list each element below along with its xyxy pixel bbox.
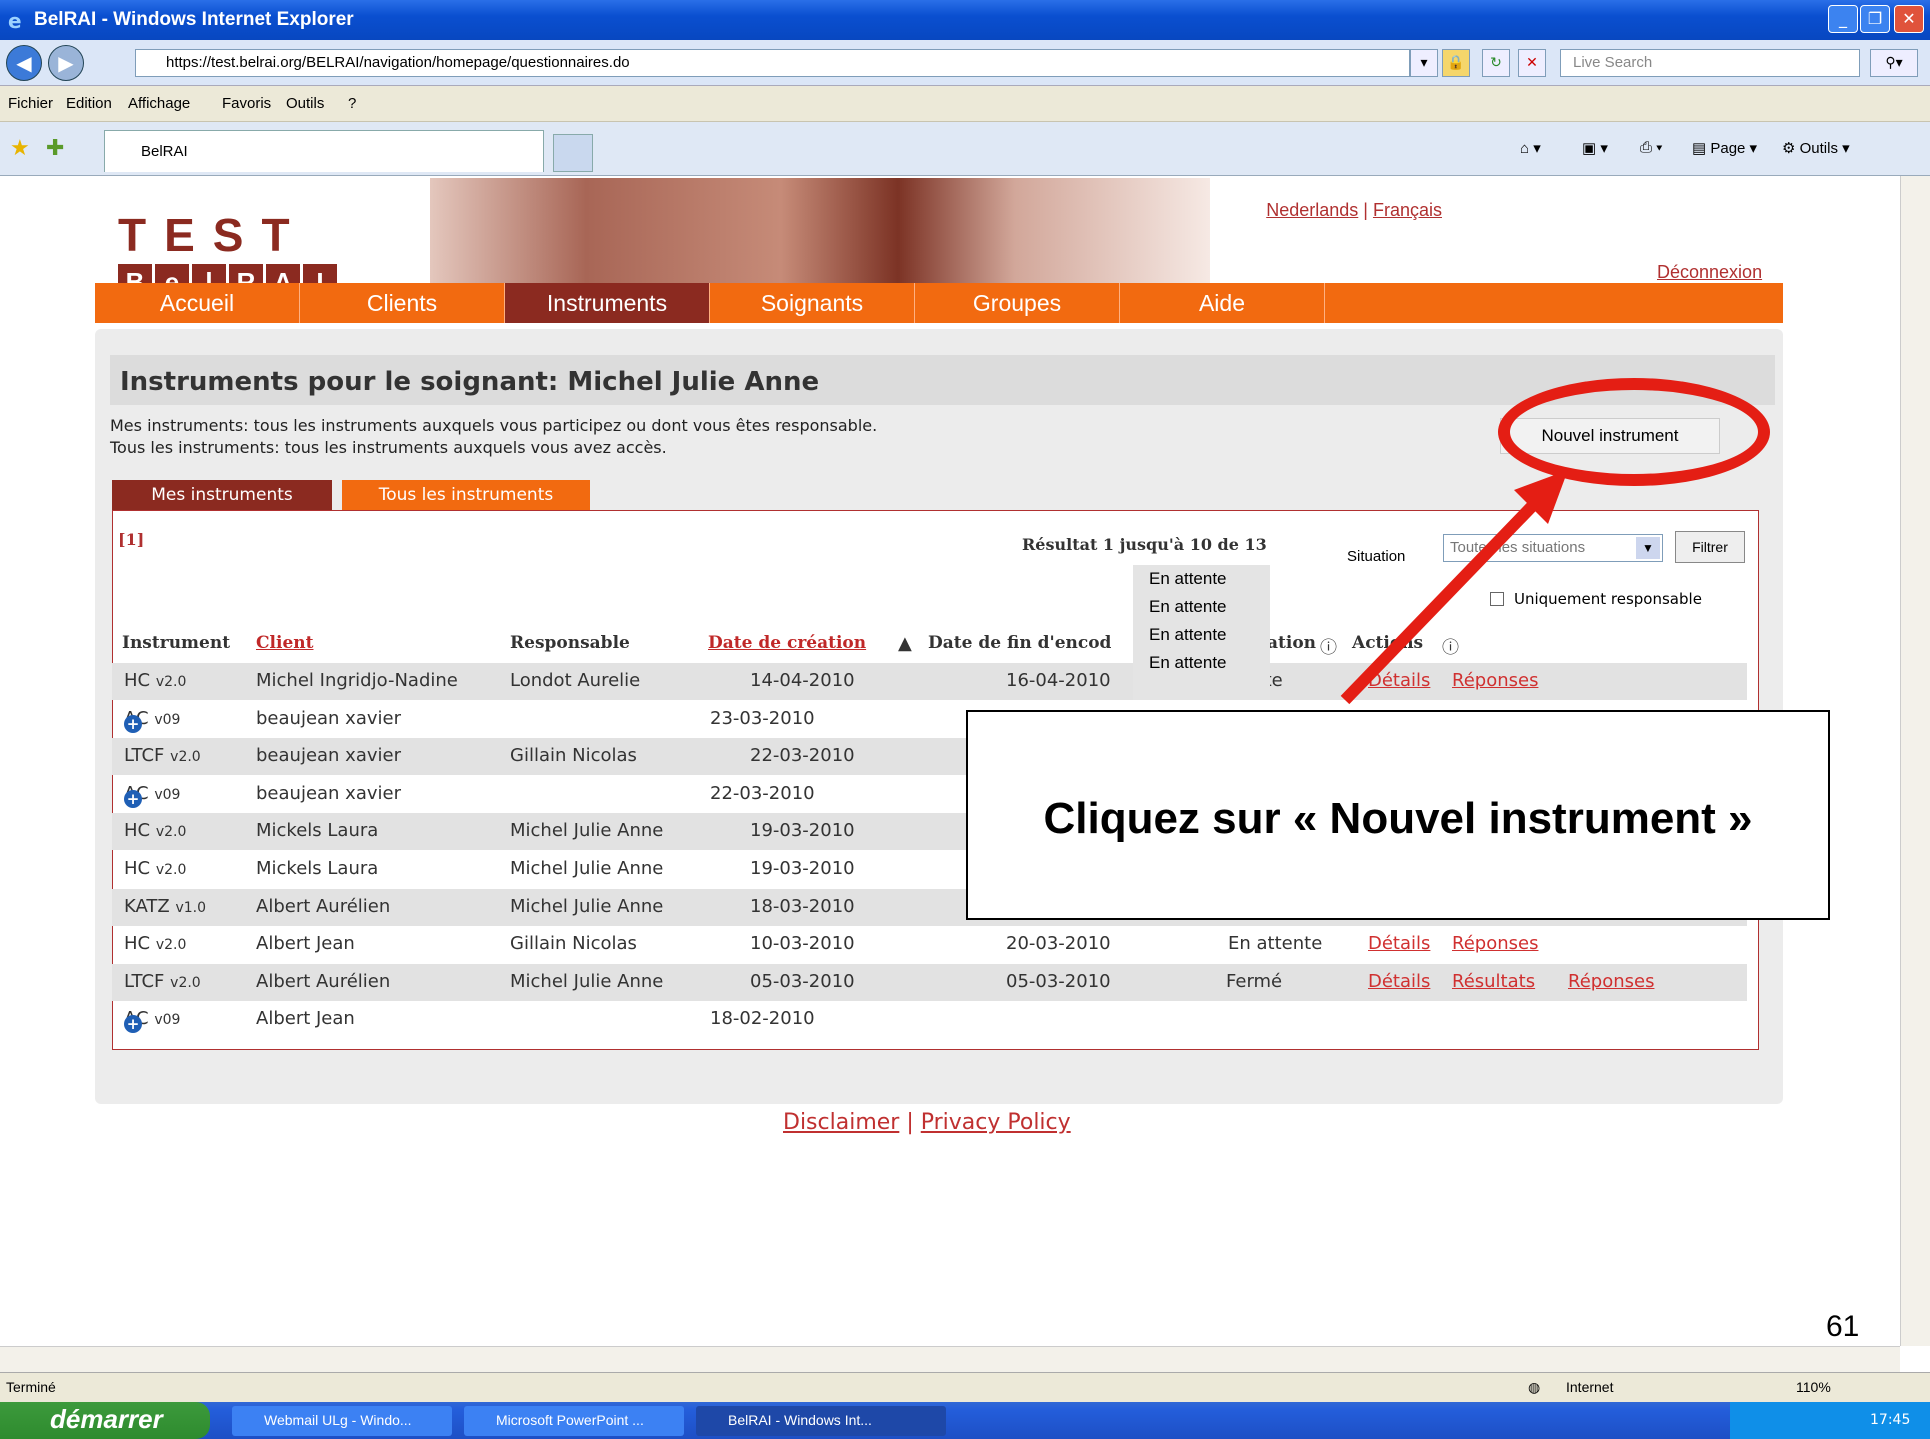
zoom-level[interactable]: 110% [1796,1379,1831,1395]
start-button[interactable]: démarrer [0,1402,210,1439]
annotation-arrow [1340,470,1568,705]
globe-icon: ◍ [1528,1379,1541,1395]
footer-separator: | [899,1110,921,1135]
system-tray: 17:45 [1730,1402,1930,1439]
taskbar-item-powerpoint[interactable]: Microsoft PowerPoint ... [464,1406,684,1436]
security-zone: Internet [1566,1379,1614,1395]
taskbar-item-webmail[interactable]: Webmail ULg - Windo... [232,1406,452,1436]
disclaimer-link[interactable]: Disclaimer [783,1110,899,1135]
privacy-link[interactable]: Privacy Policy [921,1110,1071,1135]
status-bar: Terminé ◍ Internet 110% [0,1372,1930,1402]
clock: 17:45 [1870,1412,1911,1428]
arrow-line [1340,493,1545,705]
start-label: démarrer [50,1404,163,1434]
taskbar: démarrer Webmail ULg - Windo... Microsof… [0,1402,1930,1439]
footer-links: Disclaimer | Privacy Policy [783,1110,1071,1135]
status-text: Terminé [6,1379,56,1395]
taskbar-item-belrai[interactable]: BelRAI - Windows Int... [696,1406,946,1436]
slide-page-number: 61 [1826,1310,1860,1343]
